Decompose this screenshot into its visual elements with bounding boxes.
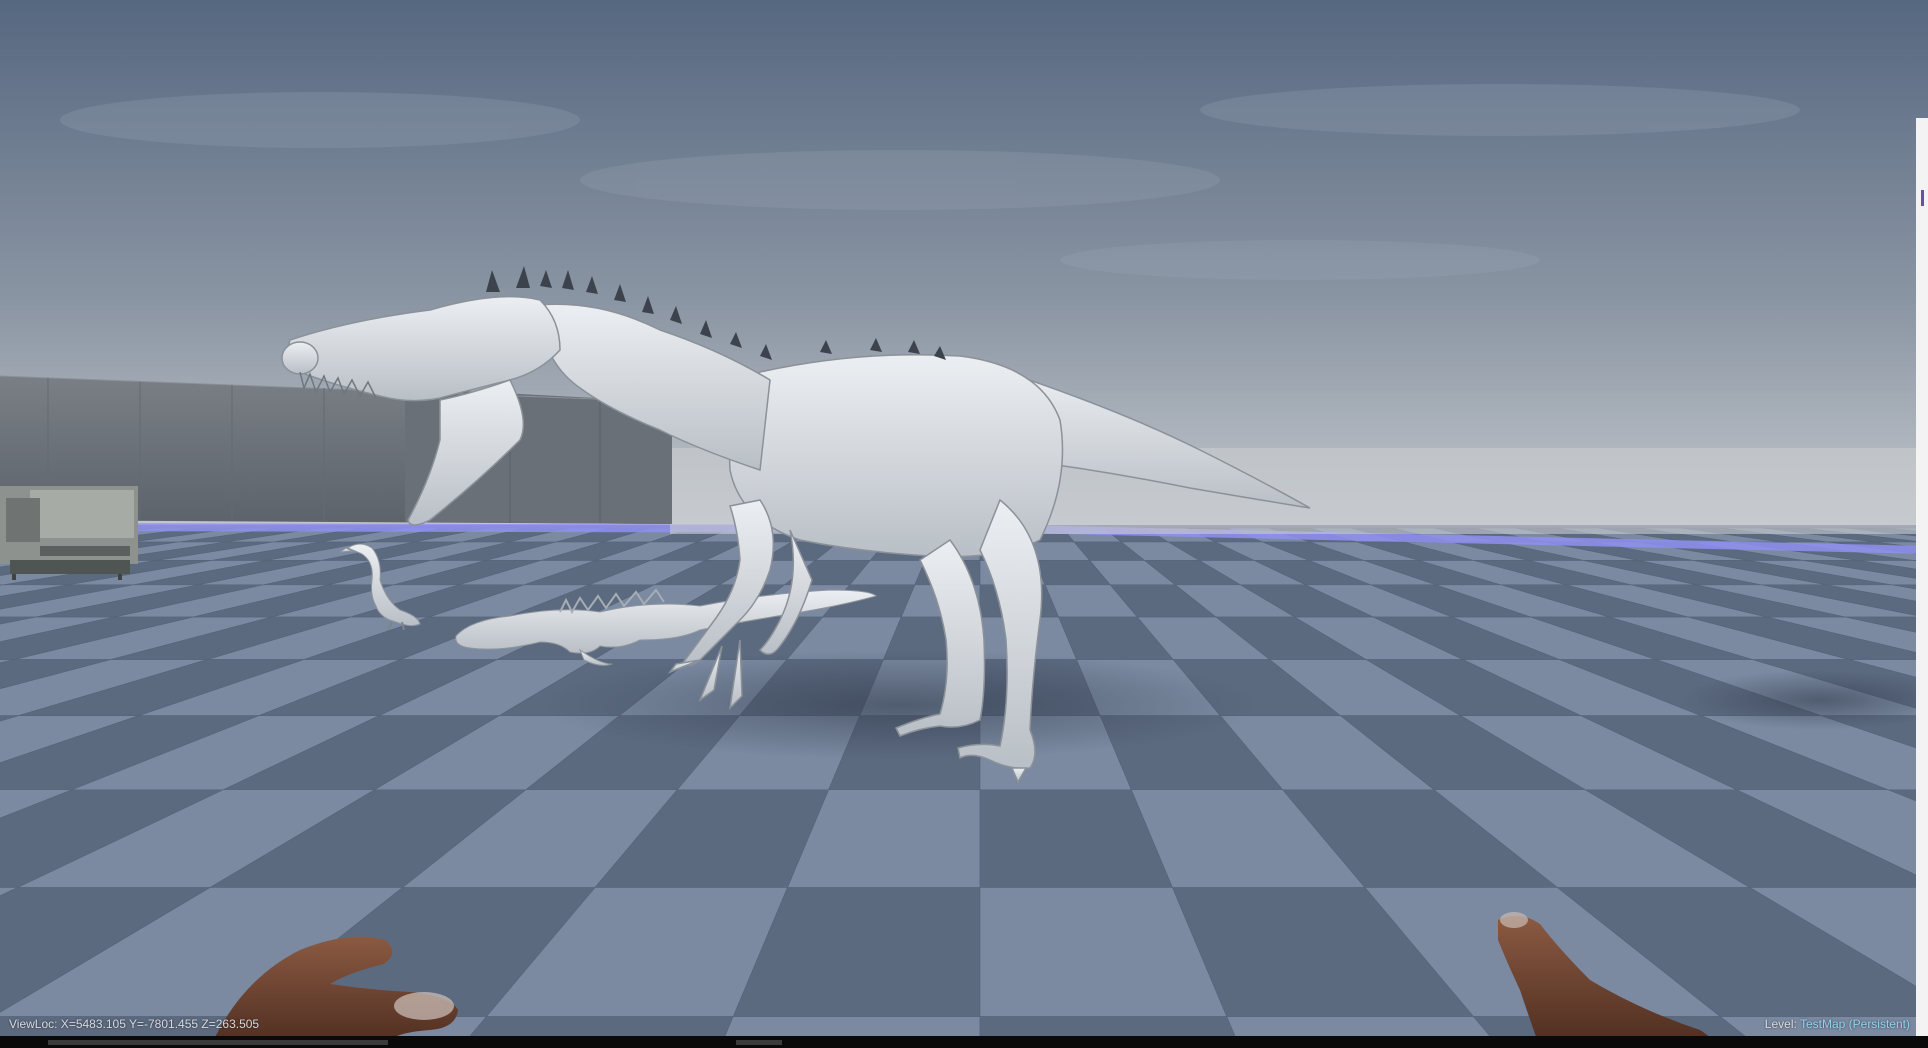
bottom-scrollbar-marker (736, 1040, 782, 1045)
scene-render[interactable] (0, 0, 1928, 1048)
bottom-scrollbar-thumb[interactable] (48, 1040, 388, 1045)
level-label: Level: (1764, 1017, 1797, 1031)
level-name: TestMap (Persistent) (1799, 1017, 1910, 1031)
game-viewport[interactable]: ViewLoc: X=5483.105 Y=-7801.455 Z=263.50… (0, 0, 1928, 1048)
side-panel-accent (1921, 190, 1924, 206)
dino-shadow (540, 650, 1260, 760)
viewloc-readout: ViewLoc: X=5483.105 Y=-7801.455 Z=263.50… (9, 1017, 260, 1031)
side-panel-edge (1916, 118, 1928, 1048)
bottom-bar (0, 1036, 1928, 1048)
generator-prop (0, 486, 138, 580)
level-readout: Level: TestMap (Persistent) (1765, 1017, 1910, 1031)
